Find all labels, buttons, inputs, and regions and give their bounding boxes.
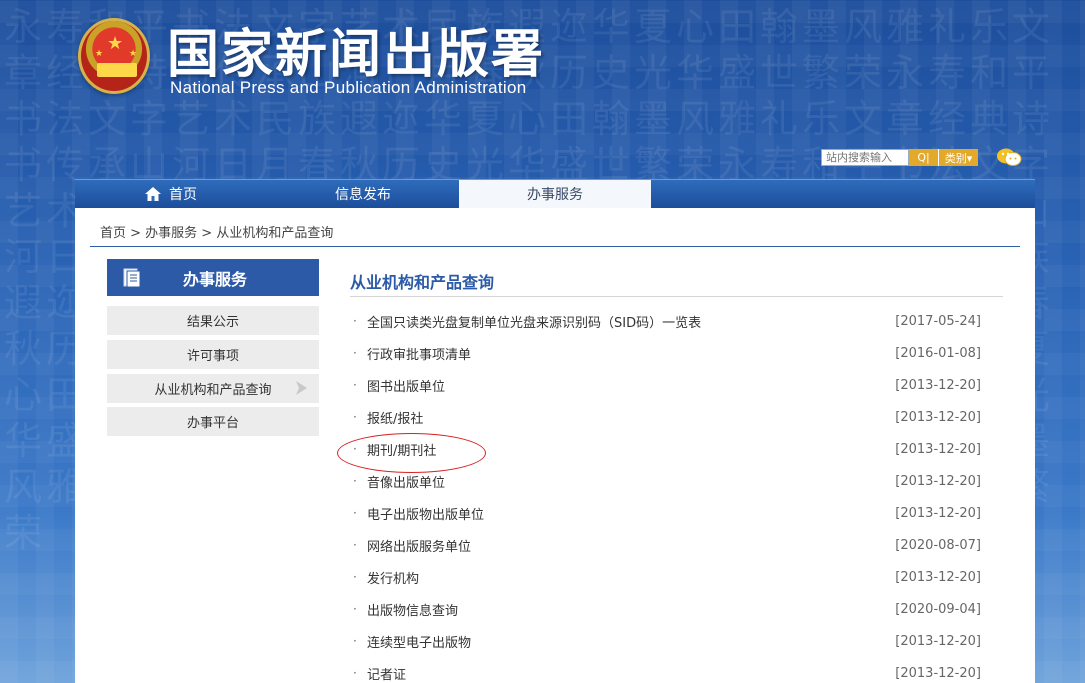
list-item-date: [2013-12-20] — [895, 473, 981, 489]
sidebar-item-results[interactable]: 结果公示 — [107, 306, 319, 335]
sidebar-item-label: 许可事项 — [186, 349, 239, 364]
wechat-icon[interactable] — [996, 147, 1022, 167]
list-item: · 记者证 [2013-12-20] — [353, 662, 981, 683]
site-subtitle: National Press and Publication Administr… — [170, 78, 527, 97]
list-item-date: [2013-12-20] — [895, 633, 981, 649]
list-item-date: [2013-12-20] — [895, 441, 981, 457]
list-item-date: [2013-12-20] — [895, 665, 981, 681]
list-item: · 行政审批事项清单 [2016-01-08] — [353, 342, 981, 364]
nav-item-info-release[interactable]: 信息发布 — [267, 180, 459, 208]
sidebar-item-platform[interactable]: 办事平台 — [107, 407, 319, 436]
list-item-title: 期刊/期刊社 — [367, 443, 437, 459]
list-item: · 发行机构 [2013-12-20] — [353, 566, 981, 588]
list-item-link[interactable]: · 记者证 — [353, 664, 406, 683]
list-item-title: 发行机构 — [367, 571, 420, 587]
list-item: · 全国只读类光盘复制单位光盘来源识别码（SID码）一览表 [2017-05-24… — [353, 310, 981, 332]
sidebar-item-label: 办事平台 — [186, 416, 239, 431]
sidebar-item-label: 结果公示 — [186, 315, 239, 330]
search-box: Q| 类别▾ — [821, 149, 978, 166]
list-item-link[interactable]: · 期刊/期刊社 — [353, 440, 436, 459]
list-item-link[interactable]: · 出版物信息查询 — [353, 600, 458, 619]
sidebar-title: 办事服务 — [107, 259, 319, 296]
site-title: 国家新闻出版署 — [167, 24, 546, 85]
list-item-link[interactable]: · 全国只读类光盘复制单位光盘来源识别码（SID码）一览表 — [353, 312, 701, 331]
list-item-date: [2013-12-20] — [895, 505, 981, 521]
list-item-title: 连续型电子出版物 — [367, 635, 472, 651]
emblem-small-star-icon: ★ — [129, 49, 138, 59]
document-icon — [123, 268, 141, 287]
sidebar-item-permits[interactable]: 许可事项 — [107, 340, 319, 369]
bullet: · — [353, 442, 357, 456]
list-item: · 报纸/报社 [2013-12-20] — [353, 406, 981, 428]
list-item-link[interactable]: · 行政审批事项清单 — [353, 344, 471, 363]
bullet: · — [353, 346, 357, 360]
list-item-title: 电子出版物出版单位 — [367, 507, 485, 523]
national-emblem-icon: ★ ★ ★ — [78, 18, 150, 94]
nav-item-services[interactable]: 办事服务 — [459, 180, 651, 208]
list-item-title: 全国只读类光盘复制单位光盘来源识别码（SID码）一览表 — [367, 315, 702, 331]
list-item-date: [2017-05-24] — [895, 313, 981, 329]
list-item-link[interactable]: · 图书出版单位 — [353, 376, 445, 395]
list-item-link[interactable]: · 音像出版单位 — [353, 472, 445, 491]
breadcrumb-divider — [90, 246, 1020, 247]
emblem-gate-icon — [97, 63, 137, 77]
bullet: · — [353, 506, 357, 520]
sidebar-item-institution-query[interactable]: 从业机构和产品查询 — [107, 374, 319, 403]
list-item: · 网络出版服务单位 [2020-08-07] — [353, 534, 981, 556]
emblem-star-icon: ★ — [107, 33, 124, 54]
bullet: · — [353, 634, 357, 648]
bullet: · — [353, 474, 357, 488]
title-divider — [350, 296, 1003, 297]
nav-item-label: 信息发布 — [335, 187, 391, 203]
list-item-title: 出版物信息查询 — [367, 603, 459, 619]
list-item: · 期刊/期刊社 [2013-12-20] — [353, 438, 981, 460]
list-item: · 连续型电子出版物 [2013-12-20] — [353, 630, 981, 652]
search-icon: Q| — [917, 151, 930, 164]
list-item-date: [2020-08-07] — [895, 537, 981, 553]
bullet: · — [353, 410, 357, 424]
nav-item-label: 办事服务 — [527, 187, 583, 203]
list-item: · 音像出版单位 [2013-12-20] — [353, 470, 981, 492]
sidebar-item-label: 从业机构和产品查询 — [154, 383, 272, 398]
breadcrumb[interactable]: 首页 > 办事服务 > 从业机构和产品查询 — [100, 222, 333, 241]
list-item-title: 行政审批事项清单 — [367, 347, 472, 363]
list-item: · 电子出版物出版单位 [2013-12-20] — [353, 502, 981, 524]
list-item: · 出版物信息查询 [2020-09-04] — [353, 598, 981, 620]
content-panel: 首页 > 办事服务 > 从业机构和产品查询 办事服务 结果公示 许可事项 从业机… — [75, 208, 1035, 683]
list-item-title: 图书出版单位 — [367, 379, 446, 395]
list-item-date: [2013-12-20] — [895, 409, 981, 425]
list-item-title: 网络出版服务单位 — [367, 539, 472, 555]
list-item-link[interactable]: · 发行机构 — [353, 568, 419, 587]
emblem-small-star-icon: ★ — [95, 49, 104, 59]
bullet: · — [353, 570, 357, 584]
list-item-link[interactable]: · 报纸/报社 — [353, 408, 423, 427]
bullet: · — [353, 314, 357, 328]
bullet: · — [353, 666, 357, 680]
list-item-date: [2020-09-04] — [895, 601, 981, 617]
nav-item-home[interactable]: 首页 — [75, 180, 267, 208]
list-item-link[interactable]: · 电子出版物出版单位 — [353, 504, 484, 523]
list-item-link[interactable]: · 网络出版服务单位 — [353, 536, 471, 555]
search-button[interactable]: Q| — [909, 149, 939, 166]
list-item: · 图书出版单位 [2013-12-20] — [353, 374, 981, 396]
arrow-right-icon — [296, 381, 307, 395]
search-input[interactable] — [821, 149, 909, 166]
list-item-title: 报纸/报社 — [367, 411, 424, 427]
list-item-title: 音像出版单位 — [367, 475, 446, 491]
list-item-date: [2013-12-20] — [895, 377, 981, 393]
main-nav: 首页 信息发布 办事服务 — [75, 179, 1035, 208]
list-item-date: [2013-12-20] — [895, 569, 981, 585]
category-dropdown[interactable]: 类别▾ — [939, 149, 978, 166]
bullet: · — [353, 378, 357, 392]
nav-item-label: 首页 — [169, 187, 197, 203]
page-title: 从业机构和产品查询 — [350, 273, 495, 292]
list-item-date: [2016-01-08] — [895, 345, 981, 361]
sidebar-title-label: 办事服务 — [183, 269, 248, 289]
home-icon — [145, 187, 161, 201]
bullet: · — [353, 538, 357, 552]
bullet: · — [353, 602, 357, 616]
list-item-title: 记者证 — [367, 667, 407, 683]
list-item-link[interactable]: · 连续型电子出版物 — [353, 632, 471, 651]
